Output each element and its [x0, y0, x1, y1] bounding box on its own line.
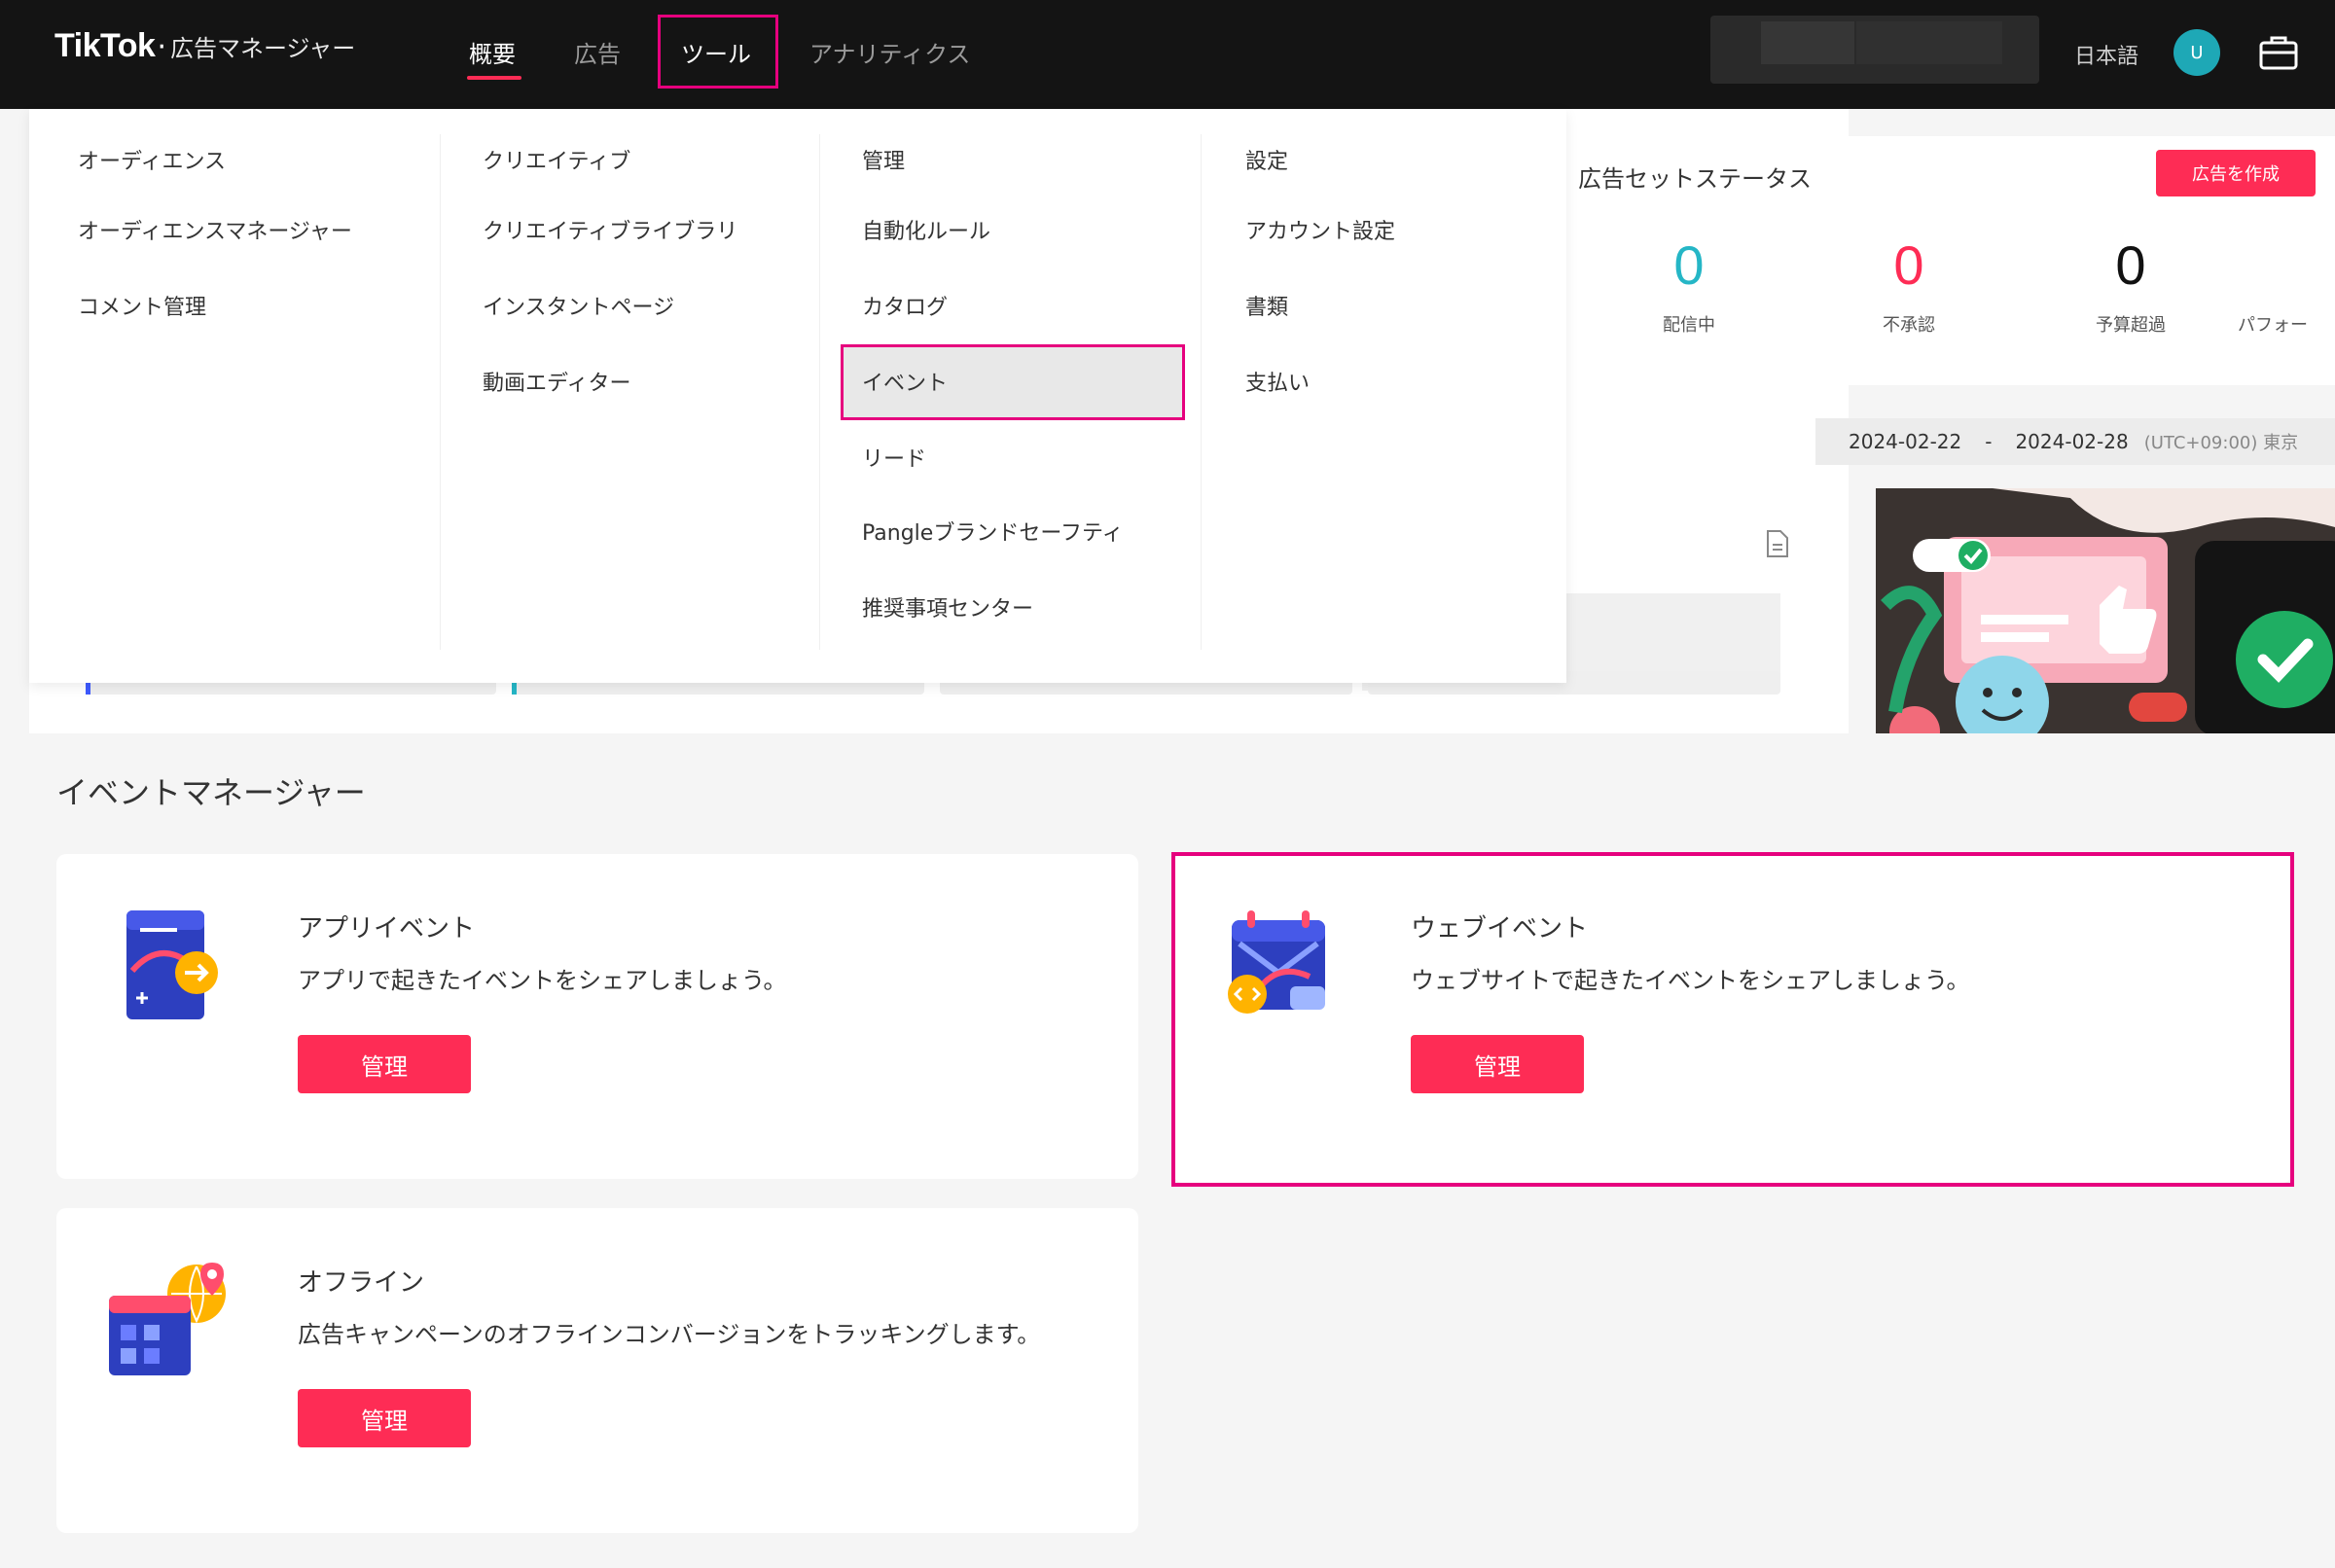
tiktok-ads-manager-logo[interactable]: TikTok · 広告マネージャー — [54, 27, 355, 82]
dropdown-column-divider — [1201, 134, 1202, 650]
app-events-manage-button[interactable]: 管理 — [298, 1035, 471, 1093]
app-events-title: アプリイベント — [298, 914, 476, 944]
menu-item-creative[interactable]: クリエイティブ — [483, 144, 630, 175]
menu-item-video-editor[interactable]: 動画エディター — [483, 366, 630, 397]
nav-analytics[interactable]: アナリティクス — [809, 35, 970, 69]
briefcase-icon[interactable] — [2255, 29, 2302, 76]
stat-over-budget-label: 予算超過 — [2096, 315, 2166, 336]
offline-events-icon — [109, 1263, 226, 1375]
menu-item-audience-manager[interactable]: オーディエンスマネージャー — [78, 214, 352, 245]
tools-highlight-box — [658, 15, 778, 89]
dropdown-column-divider — [440, 134, 441, 650]
menu-item-comment-management[interactable]: コメント管理 — [78, 290, 206, 321]
event-manager-title: イベントマネージャー — [56, 774, 366, 811]
language-selector[interactable]: 日本語 — [2074, 39, 2138, 70]
create-ad-button[interactable]: 広告を作成 — [2156, 150, 2316, 196]
web-events-title: ウェブイベント — [1411, 914, 1589, 944]
stat-active-value: 0 — [1673, 234, 1705, 296]
stat-rejected-label: 不承認 — [1883, 315, 1935, 336]
top-navigation-bar: TikTok · 広告マネージャー 概要 広告 ツール アナリティクス 日本語 … — [0, 0, 2335, 109]
menu-item-creative-library[interactable]: クリエイティブライブラリ — [483, 214, 737, 245]
menu-item-events[interactable]: イベント — [862, 366, 948, 397]
menu-item-recommendation-center[interactable]: 推奨事項センター — [862, 591, 1033, 623]
logo-separator: · — [157, 30, 166, 64]
web-events-icon — [1228, 910, 1325, 1014]
date-range-picker[interactable]: 2024-02-22 - 2024-02-28 (UTC+09:00) 東京 — [1815, 418, 2335, 465]
redacted-block — [1856, 21, 2002, 64]
offline-events-title: オフライン — [298, 1268, 425, 1298]
offline-events-description: 広告キャンペーンのオフラインコンバージョンをトラッキングします。 — [298, 1321, 1041, 1348]
stat-over-budget-value: 0 — [2115, 234, 2146, 296]
timezone-label: (UTC+09:00) 東京 — [2143, 433, 2299, 453]
tools-dropdown-menu — [29, 109, 1566, 683]
menu-item-account-settings[interactable]: アカウント設定 — [1245, 214, 1395, 245]
menu-item-instant-page[interactable]: インスタントページ — [483, 290, 674, 321]
adset-status-title: 広告セットステータス — [1578, 165, 1812, 193]
avatar[interactable]: U — [2173, 29, 2220, 76]
offline-events-manage-button[interactable]: 管理 — [298, 1389, 471, 1447]
date-end: 2024-02-28 — [2015, 430, 2129, 453]
dropdown-column-divider — [819, 134, 820, 650]
nav-overview[interactable]: 概要 — [469, 35, 516, 69]
date-separator: - — [1985, 430, 1993, 453]
nav-active-indicator — [467, 76, 521, 80]
menu-item-pangle-brand-safety[interactable]: Pangleブランドセーフティ — [862, 516, 1124, 547]
redacted-block — [1761, 21, 1854, 64]
menu-item-catalog[interactable]: カタログ — [862, 290, 948, 321]
menu-item-automated-rules[interactable]: 自動化ルール — [862, 214, 990, 245]
menu-item-audience[interactable]: オーディエンス — [78, 144, 226, 175]
stat-rejected-value: 0 — [1893, 234, 1924, 296]
menu-item-management[interactable]: 管理 — [862, 144, 905, 175]
nav-ads[interactable]: 広告 — [574, 35, 621, 69]
document-icon[interactable] — [1765, 529, 1790, 558]
web-events-highlight-box — [1171, 852, 2294, 1187]
logo-product-name: 広告マネージャー — [169, 35, 356, 62]
app-events-icon — [126, 910, 218, 1019]
stat-performance-label: パフォー — [2238, 315, 2308, 336]
date-start: 2024-02-22 — [1849, 430, 1962, 453]
menu-item-leads[interactable]: リード — [862, 442, 926, 473]
web-events-manage-button[interactable]: 管理 — [1411, 1035, 1584, 1093]
menu-item-payments[interactable]: 支払い — [1245, 366, 1310, 397]
app-events-description: アプリで起きたイベントをシェアしましょう。 — [298, 967, 787, 994]
promo-banner-illustration[interactable] — [1876, 488, 2335, 733]
stat-active-label: 配信中 — [1663, 315, 1715, 336]
web-events-description: ウェブサイトで起きたイベントをシェアしましょう。 — [1411, 967, 1970, 994]
menu-item-documents[interactable]: 書類 — [1245, 290, 1288, 321]
logo-brand: TikTok — [54, 27, 156, 64]
menu-item-settings[interactable]: 設定 — [1245, 144, 1288, 175]
